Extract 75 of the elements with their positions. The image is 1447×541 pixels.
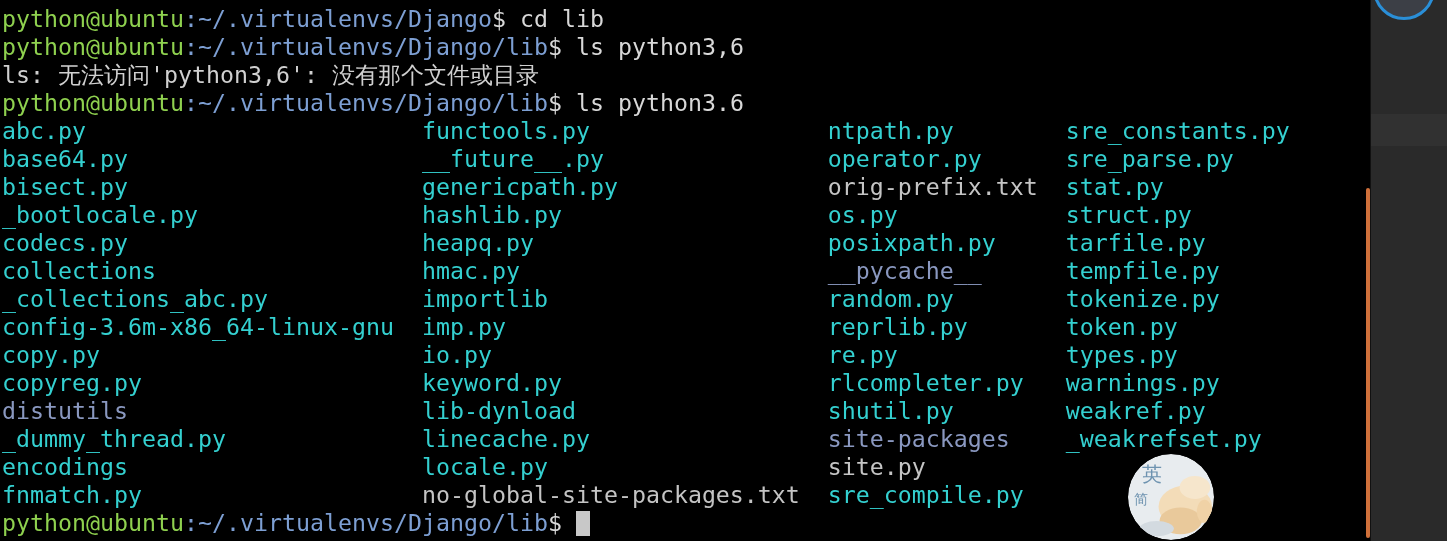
- file-name: operator.py: [827, 145, 982, 173]
- file-name: types.py: [1065, 341, 1178, 369]
- file-name: hmac.py: [421, 257, 520, 285]
- file-name: codecs.py: [2, 229, 128, 257]
- ime-mode-text: 英: [1142, 464, 1162, 484]
- file-name: abc.py: [2, 117, 86, 145]
- file-name: distutils: [2, 397, 128, 425]
- file-name: fnmatch.py: [2, 481, 142, 509]
- user-host: python@ubuntu: [2, 89, 184, 116]
- file-name: sre_constants.py: [1065, 117, 1290, 145]
- file-name: locale.py: [421, 453, 548, 481]
- file-name: rlcompleter.py: [827, 369, 1024, 397]
- file-name: genericpath.py: [421, 173, 618, 201]
- file-name: hashlib.py: [421, 201, 562, 229]
- file-name: tarfile.py: [1065, 229, 1206, 257]
- file-name: lib-dynload: [421, 397, 576, 425]
- file-name: __pycache__: [827, 257, 982, 285]
- directory-path: :~/.virtualenvs/Django/lib: [184, 509, 548, 536]
- file-name: struct.py: [1065, 201, 1192, 229]
- user-host: python@ubuntu: [2, 33, 184, 60]
- file-name: linecache.py: [421, 425, 590, 453]
- file-name: heapq.py: [421, 229, 534, 257]
- directory-path: :~/.virtualenvs/Django: [184, 5, 492, 32]
- prompt-symbol: $: [547, 89, 562, 116]
- scrollbar[interactable]: [1366, 188, 1370, 538]
- file-name: _bootlocale.py: [2, 201, 198, 229]
- user-host: python@ubuntu: [2, 509, 184, 536]
- file-name: warnings.py: [1065, 369, 1220, 397]
- file-name: no-global-site-packages.txt: [421, 481, 800, 509]
- file-name: stat.py: [1065, 173, 1164, 201]
- file-name: posixpath.py: [827, 229, 996, 257]
- command-text: ls python3.6: [575, 89, 744, 116]
- file-name: weakref.py: [1065, 397, 1206, 425]
- user-host: python@ubuntu: [2, 5, 184, 32]
- file-name: sre_parse.py: [1065, 145, 1234, 173]
- file-name: random.py: [827, 285, 954, 313]
- directory-path: :~/.virtualenvs/Django/lib: [184, 33, 548, 60]
- file-name: io.py: [421, 341, 492, 369]
- file-name: copyreg.py: [2, 369, 142, 397]
- file-name: __future__.py: [421, 145, 604, 173]
- prompt-symbol: $: [491, 5, 506, 32]
- file-name: shutil.py: [827, 397, 954, 425]
- ime-indicator[interactable]: 英 简: [1128, 454, 1214, 540]
- file-name: base64.py: [2, 145, 128, 173]
- file-name: bisect.py: [2, 173, 128, 201]
- file-name: site-packages: [827, 425, 1010, 453]
- file-name: reprlib.py: [827, 313, 968, 341]
- command-text: cd lib: [519, 5, 604, 32]
- file-name: collections: [2, 257, 156, 285]
- directory-path: :~/.virtualenvs/Django/lib: [184, 89, 548, 116]
- file-name: orig-prefix.txt: [827, 173, 1038, 201]
- file-name: ntpath.py: [827, 117, 954, 145]
- file-name: imp.py: [421, 313, 506, 341]
- file-name: tokenize.py: [1065, 285, 1220, 313]
- file-name: copy.py: [2, 341, 100, 369]
- prompt-symbol: $: [547, 509, 562, 536]
- text-cursor: [575, 511, 590, 536]
- file-name: _dummy_thread.py: [2, 425, 226, 453]
- file-name: token.py: [1065, 313, 1178, 341]
- file-name: tempfile.py: [1065, 257, 1220, 285]
- file-name: _weakrefset.py: [1065, 425, 1262, 453]
- file-name: site.py: [827, 453, 926, 481]
- file-name: keyword.py: [421, 369, 562, 397]
- ime-charset-text: 简: [1134, 492, 1148, 506]
- file-name: functools.py: [421, 117, 590, 145]
- command-text: ls python3,6: [575, 33, 744, 60]
- file-name: re.py: [827, 341, 898, 369]
- file-name: sre_compile.py: [827, 481, 1024, 509]
- file-name: os.py: [827, 201, 898, 229]
- file-name: importlib: [421, 285, 548, 313]
- file-name: config-3.6m-x86_64-linux-gnu: [2, 313, 394, 341]
- file-name: _collections_abc.py: [2, 285, 268, 313]
- output-text: ls: 无法访问'python3,6': 没有那个文件或目录: [2, 61, 539, 88]
- prompt-symbol: $: [547, 33, 562, 60]
- file-name: encodings: [2, 453, 128, 481]
